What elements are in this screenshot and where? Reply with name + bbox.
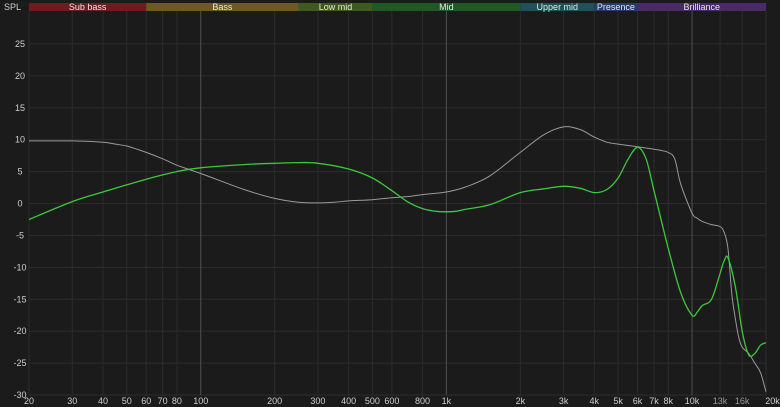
x-tick-label-10: 400 — [341, 396, 356, 406]
frequency-band-strip: Sub bass Bass Low mid Mid Upper mid Presence B… — [29, 2, 766, 12]
band-label-2: Low mid — [319, 2, 353, 12]
x-tick-label-8: 200 — [267, 396, 282, 406]
y-tick-label-7: -10 — [13, 262, 26, 272]
x-tick-label-9: 300 — [310, 396, 325, 406]
y-tick-label-1: 20 — [15, 71, 25, 81]
x-tick-label-3: 50 — [122, 396, 132, 406]
x-tick-label-6: 80 — [172, 396, 182, 406]
frequency-response-chart: Sub bass Bass Low mid Mid Upper mid Presence B… — [0, 0, 780, 407]
x-tick-label-19: 6k — [633, 396, 643, 406]
band-label-5: Presence — [597, 2, 635, 12]
band-label-6: Brilliance — [684, 2, 721, 12]
x-tick-label-23: 13k — [713, 396, 728, 406]
y-tick-label-5: 0 — [17, 199, 22, 209]
y-tick-label-8: -15 — [13, 294, 26, 304]
x-tick-label-2: 40 — [98, 396, 108, 406]
y-tick-label-4: 5 — [17, 167, 22, 177]
y-tick-label-2: 15 — [15, 103, 25, 113]
y-tick-label-9: -20 — [13, 326, 26, 336]
x-tick-label-21: 8k — [663, 396, 673, 406]
y-axis-label: SPL — [4, 2, 21, 12]
x-tick-label-1: 30 — [67, 396, 77, 406]
x-tick-label-16: 3k — [559, 396, 569, 406]
y-tick-label-10: -25 — [13, 358, 26, 368]
x-tick-label-18: 5k — [613, 396, 623, 406]
band-label-3: Mid — [439, 2, 454, 12]
x-tick-label-24: 16k — [735, 396, 750, 406]
x-tick-label-15: 2k — [516, 396, 526, 406]
x-tick-label-13: 800 — [415, 396, 430, 406]
x-tick-label-7: 100 — [193, 396, 208, 406]
x-tick-label-14: 1k — [442, 396, 452, 406]
x-tick-label-0: 20 — [24, 396, 34, 406]
x-tick-label-17: 4k — [590, 396, 600, 406]
x-tick-label-11: 500 — [365, 396, 380, 406]
x-tick-label-12: 600 — [384, 396, 399, 406]
y-tick-label-6: -5 — [16, 230, 24, 240]
band-label-1: Bass — [212, 2, 233, 12]
x-tick-label-5: 70 — [158, 396, 168, 406]
x-tick-label-4: 60 — [141, 396, 151, 406]
y-tick-label-3: 10 — [15, 135, 25, 145]
x-tick-label-25: 20kHz — [765, 396, 780, 406]
band-label-0: Sub bass — [69, 2, 107, 12]
x-tick-label-22: 10k — [685, 396, 700, 406]
y-tick-label-0: 25 — [15, 39, 25, 49]
band-label-4: Upper mid — [537, 2, 579, 12]
x-tick-label-20: 7k — [649, 396, 659, 406]
